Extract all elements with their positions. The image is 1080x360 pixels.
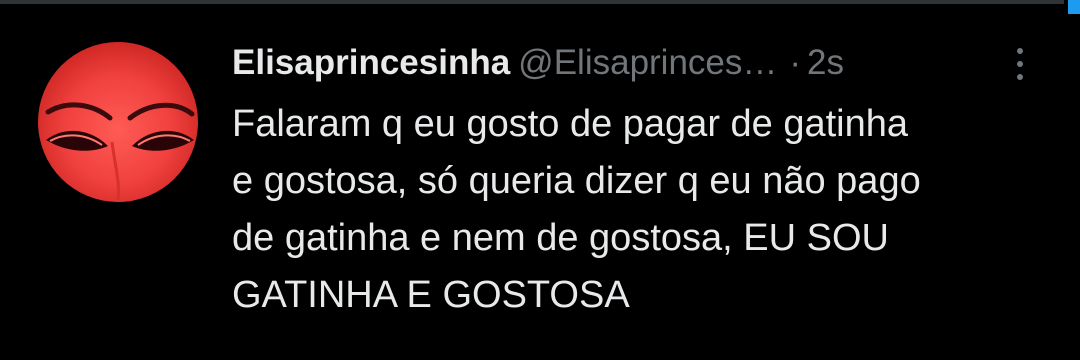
avatar[interactable] [38,42,198,202]
more-vertical-icon[interactable] [1010,44,1030,84]
avatar-image [45,102,195,201]
timestamp[interactable]: 2s [807,43,844,82]
tweet-text: Falaram q eu gosto de pagar de gatinha e… [232,103,921,316]
separator-dot: · [789,43,802,82]
user-handle[interactable]: @Elisaprinces… [518,43,777,82]
display-name[interactable]: Elisaprincesinha [232,43,510,82]
tweet-header: Elisaprincesinha @Elisaprinces… · 2s [232,38,1042,88]
tweet-card[interactable]: Elisaprincesinha @Elisaprinces… · 2s Falara… [0,0,1080,360]
